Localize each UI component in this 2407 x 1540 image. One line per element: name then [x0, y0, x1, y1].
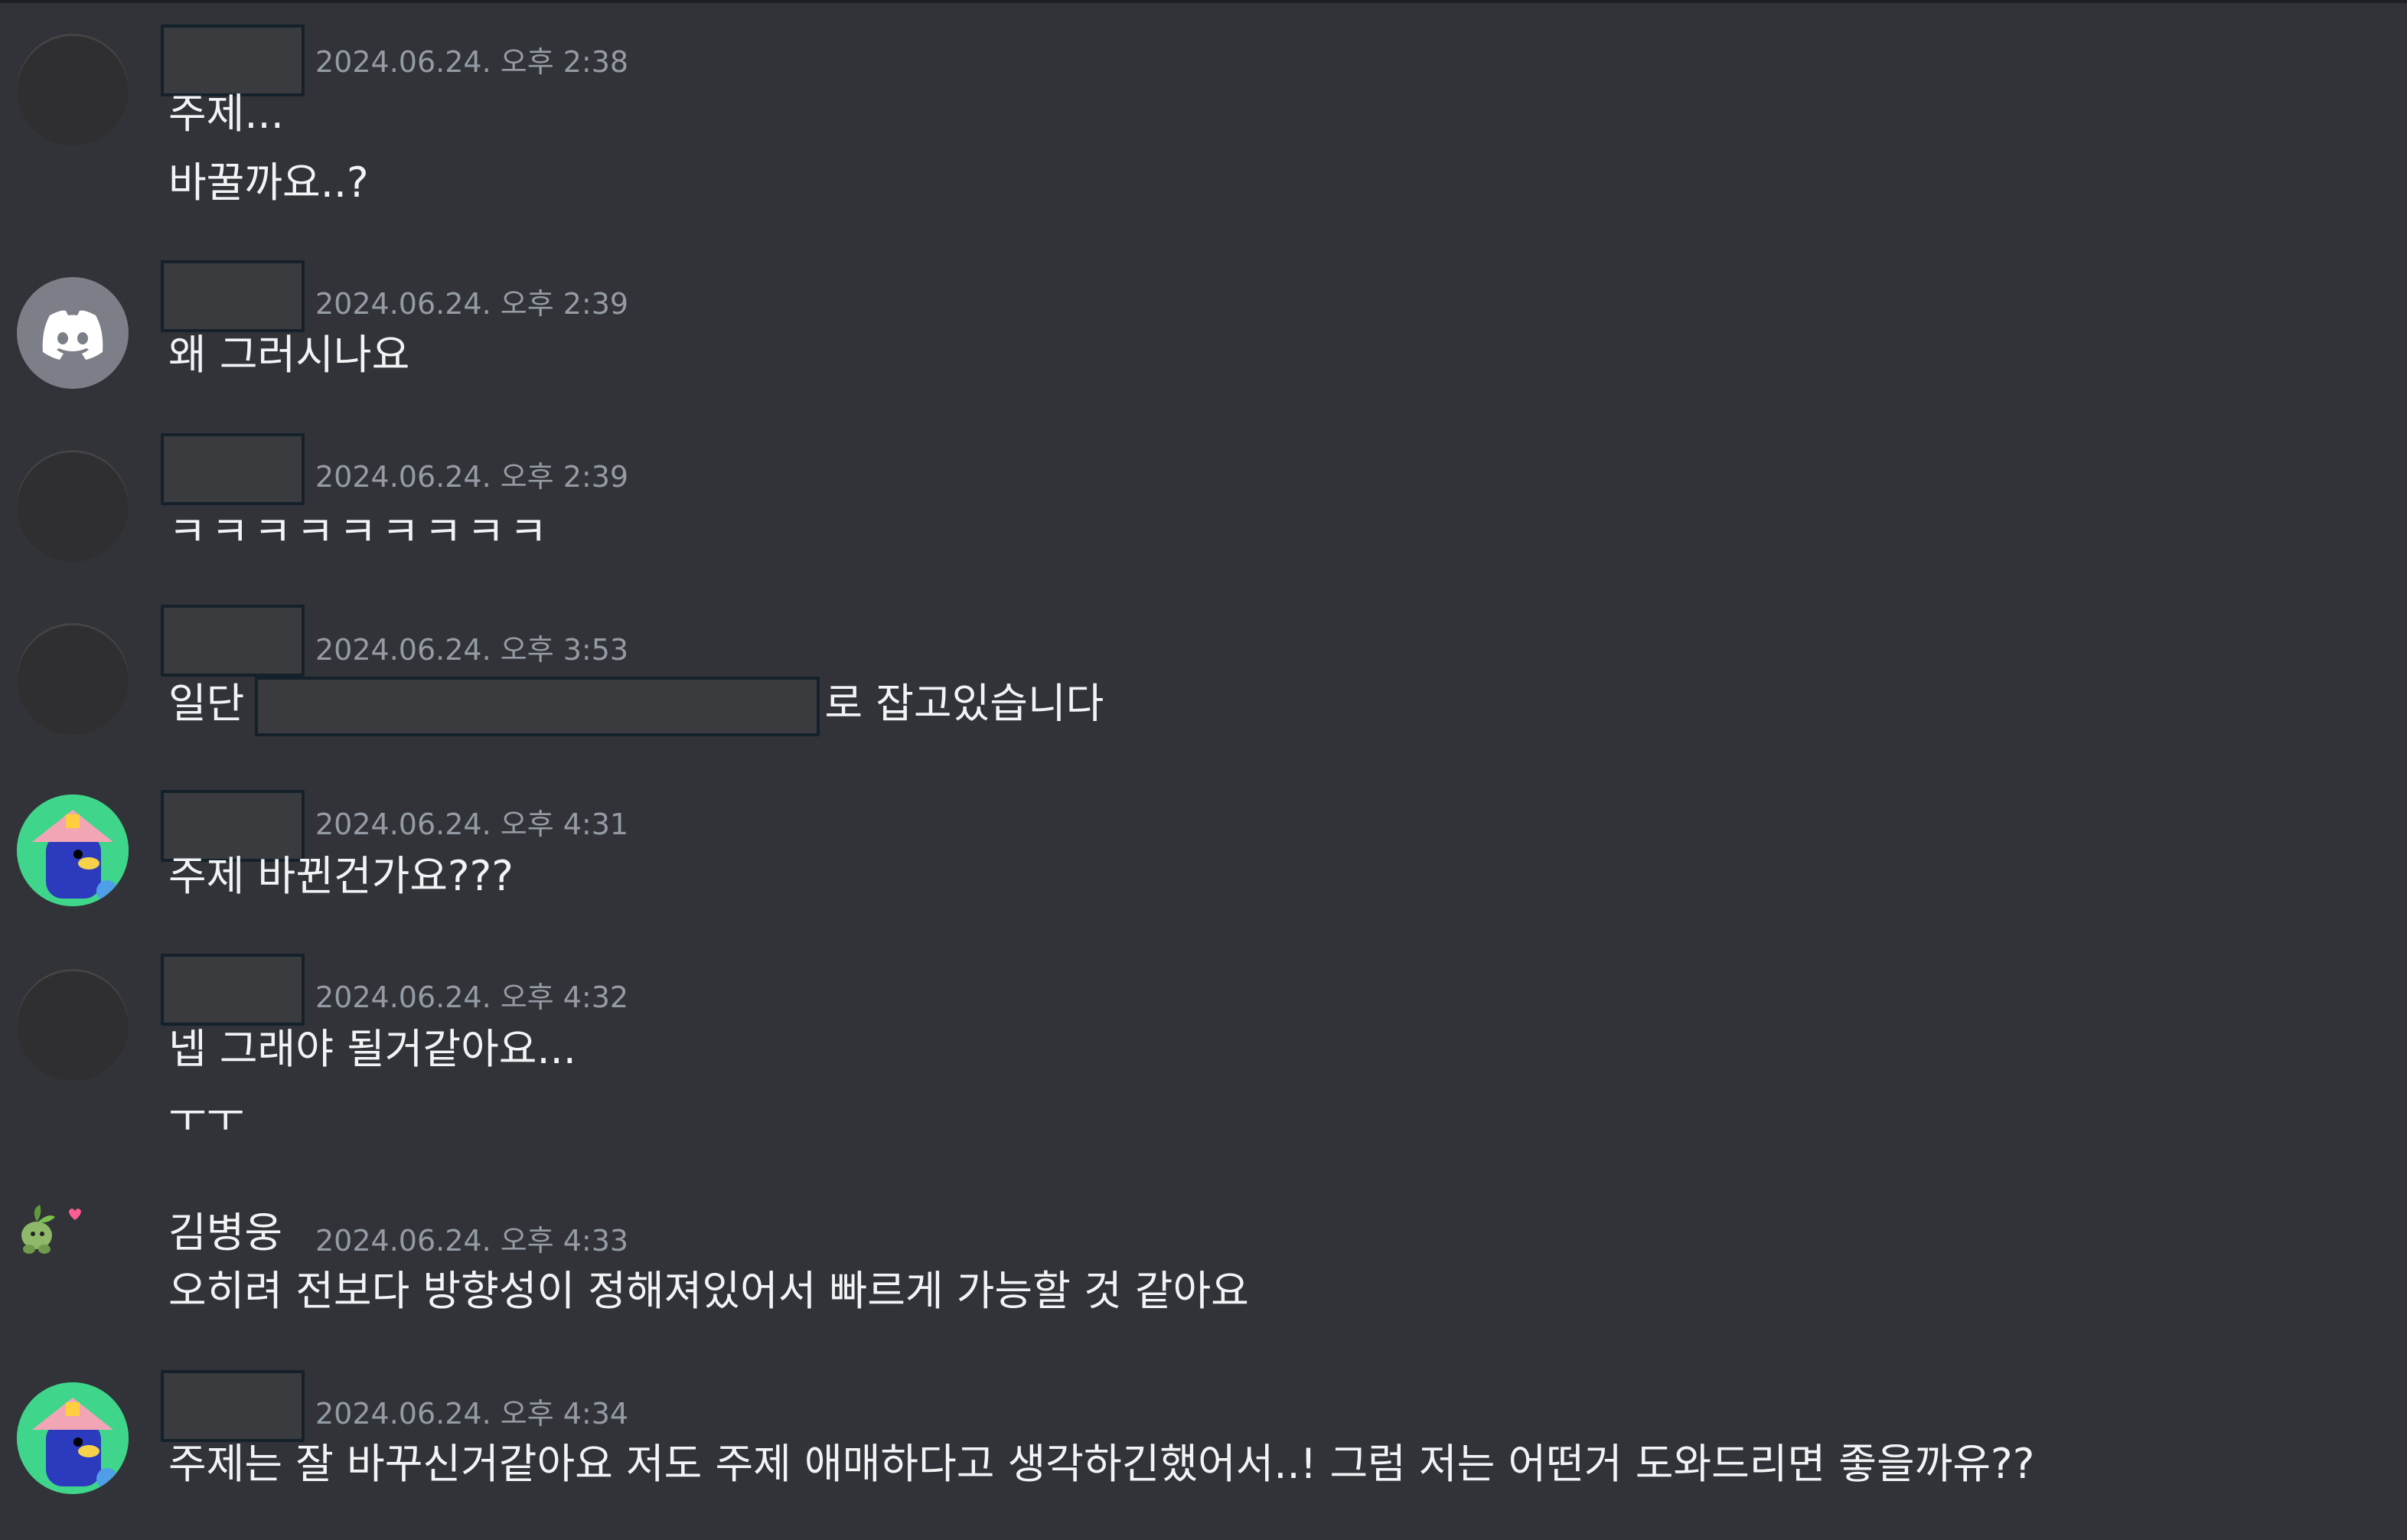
house-character-avatar[interactable]: [17, 1382, 129, 1494]
message-timestamp: 2024.06.24. 오후 2:39: [315, 287, 629, 321]
user-avatar[interactable]: [17, 623, 129, 735]
message-text: 바꿀까요..?: [168, 158, 369, 207]
sprout-sprite-icon: [21, 1205, 81, 1254]
message-text: 주제 바뀐건가요???: [168, 852, 514, 900]
message-text: ㅜㅜ: [168, 1094, 245, 1142]
house-character-icon: [17, 1382, 129, 1494]
redacted-username: [161, 433, 305, 505]
author-name[interactable]: 김병웅: [168, 1212, 282, 1254]
message-timestamp: 2024.06.24. 오후 4:33: [315, 1224, 629, 1258]
message-timestamp: 2024.06.24. 오후 3:53: [315, 633, 629, 667]
message-timestamp: 2024.06.24. 오후 4:34: [315, 1397, 629, 1431]
house-character-icon: [17, 794, 129, 906]
window-top-border: [0, 0, 2407, 3]
message-text: 오히려 전보다 방향성이 정해져있어서 빠르게 가능할 것 같아요: [168, 1267, 1249, 1315]
sprout-sprite-avatar[interactable]: [14, 1199, 83, 1260]
message-text: ㅋㅋㅋㅋㅋㅋㅋㅋㅋ: [168, 507, 553, 556]
redacted-topic: [255, 677, 820, 736]
message-timestamp: 2024.06.24. 오후 4:32: [315, 980, 629, 1014]
redacted-username: [161, 790, 305, 862]
discord-logo-icon: [42, 310, 103, 360]
message-text: 넵 그래야 될거같아요...: [168, 1025, 576, 1073]
house-character-avatar[interactable]: [17, 794, 129, 906]
message-text: 왜 그러시나요: [168, 331, 410, 379]
redacted-username: [161, 24, 305, 96]
redacted-username: [161, 1370, 305, 1442]
message-timestamp: 2024.06.24. 오후 4:31: [315, 808, 629, 841]
user-avatar[interactable]: [17, 969, 129, 1081]
user-avatar[interactable]: [17, 450, 129, 562]
message-text: 주제...: [168, 90, 284, 138]
discord-avatar[interactable]: [17, 277, 129, 389]
redacted-username: [161, 260, 305, 332]
message-timestamp: 2024.06.24. 오후 2:38: [315, 45, 629, 79]
message-text-before: 일단: [168, 679, 245, 728]
message-timestamp: 2024.06.24. 오후 2:39: [315, 460, 629, 494]
message-text: 일단 로 잡고있습니다: [168, 677, 1104, 736]
message-text-after: 로 잡고있습니다: [824, 679, 1104, 728]
message-text: 주제는 잘 바꾸신거같아요 저도 주제 애매하다고 생각하긴했어서..! 그럼 …: [168, 1440, 2035, 1488]
redacted-username: [161, 605, 305, 677]
redacted-username: [161, 954, 305, 1026]
user-avatar[interactable]: [17, 34, 129, 145]
